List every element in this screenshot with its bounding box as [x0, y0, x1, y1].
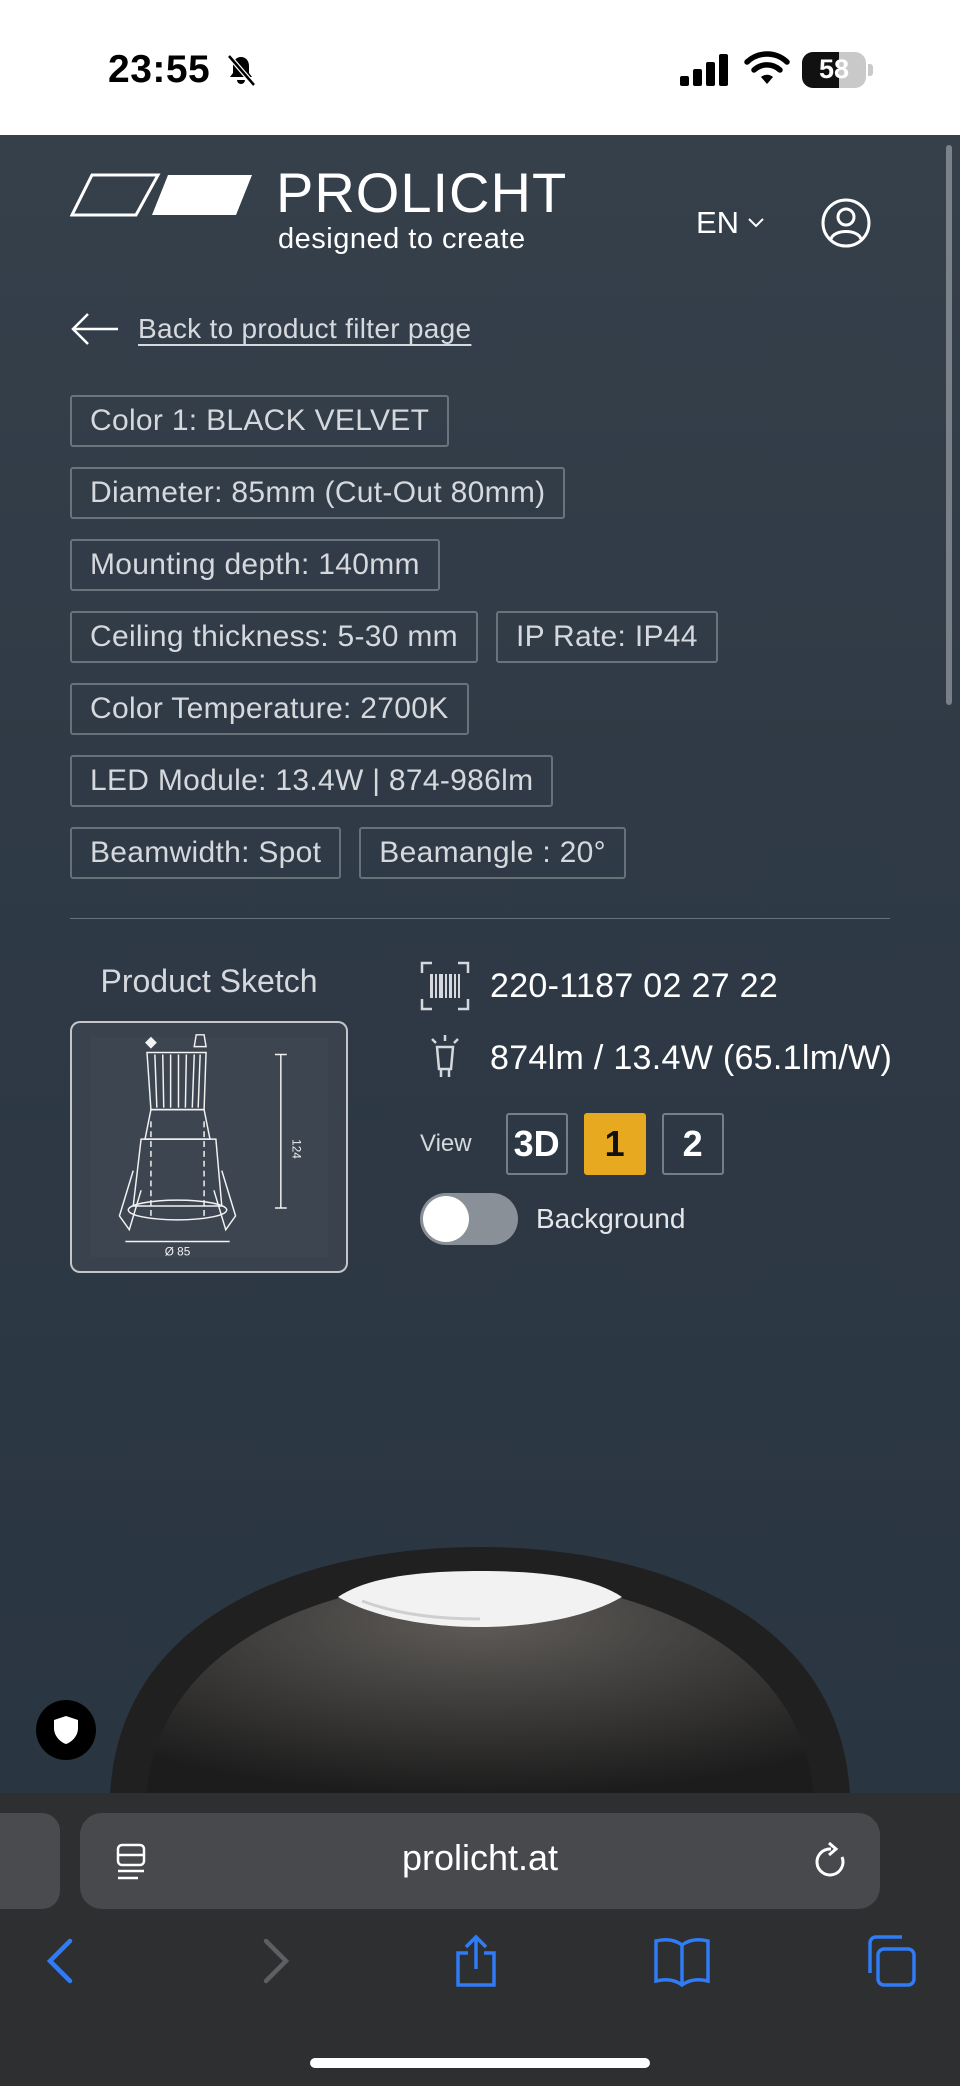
product-sketch-drawing: 124 Ø 85 [89, 1034, 329, 1258]
back-link-text: Back to product filter page [138, 313, 472, 344]
view-3d-button[interactable]: 3D [505, 1113, 568, 1175]
home-indicator[interactable] [310, 2058, 650, 2068]
url-text: prolicht.at [401, 1837, 559, 1878]
article-number-row: 220-1187 02 27 22 [420, 961, 778, 1011]
section-divider [70, 918, 890, 919]
browser-chrome: prolicht.at [0, 1793, 960, 2086]
spec-row: Beamwidth: Spot Beamangle : 20° [70, 827, 910, 879]
previous-tab-preview[interactable] [0, 1813, 60, 1909]
bell-muted-icon [227, 54, 256, 87]
back-arrow-icon[interactable] [34, 1933, 90, 1989]
share-icon[interactable] [448, 1933, 504, 1989]
background-label: Background [536, 1203, 686, 1234]
product-image [110, 1547, 850, 1793]
user-account-icon[interactable] [820, 197, 872, 249]
spec-tag-beamwidth: Beamwidth: Spot [70, 827, 342, 879]
bookmarks-icon[interactable] [654, 1933, 710, 1989]
brand-name: PROLICHT [276, 161, 568, 224]
forward-arrow-icon[interactable] [246, 1933, 302, 1989]
switch-knob [423, 1196, 469, 1242]
language-label: EN [696, 205, 740, 240]
language-selector[interactable]: EN [696, 205, 765, 241]
cellular-signal-icon [680, 54, 728, 86]
spec-row: Ceiling thickness: 5-30 mm IP Rate: IP44 [70, 611, 910, 663]
web-page[interactable]: PROLICHT designed to create EN Back to p… [0, 135, 960, 1793]
lightbulb-icon [431, 1035, 459, 1077]
status-time: 23:55 [108, 48, 211, 91]
spec-row: Color Temperature: 2700K [70, 683, 910, 735]
view-label: View [420, 1130, 472, 1157]
status-bar: 23:55 58 [0, 0, 960, 135]
shield-icon [54, 1716, 78, 1744]
view-2-button[interactable]: 2 [661, 1113, 724, 1175]
spec-tag-color: Color 1: BLACK VELVET [70, 395, 450, 447]
wifi-icon [744, 51, 790, 84]
spec-tag-led-module: LED Module: 13.4W | 874-986lm [70, 755, 554, 807]
tabs-icon[interactable] [862, 1933, 918, 1989]
spec-tag-diameter: Diameter: 85mm (Cut-Out 80mm) [70, 467, 566, 519]
browser-toolbar [0, 1933, 960, 2013]
spec-tag-ceiling-thickness: Ceiling thickness: 5-30 mm [70, 611, 478, 663]
sketch-diameter-label: Ø 85 [165, 1244, 191, 1258]
arrow-left-icon [71, 313, 118, 345]
spec-row: Mounting depth: 140mm [70, 539, 910, 591]
spec-tag-color-temperature: Color Temperature: 2700K [70, 683, 469, 735]
prolicht-logo-mark[interactable] [70, 173, 254, 217]
sketch-title: Product Sketch [100, 963, 318, 999]
privacy-shield-button[interactable] [36, 1700, 96, 1760]
view-selector: View 3D 1 2 [420, 1113, 740, 1175]
background-switch[interactable] [420, 1193, 518, 1245]
article-number: 220-1187 02 27 22 [490, 966, 779, 1005]
back-to-filter-link[interactable]: Back to product filter page [70, 311, 471, 347]
efficiency-row: 874lm / 13.4W (65.1lm/W) [420, 1033, 892, 1083]
background-toggle[interactable]: Background [420, 1193, 685, 1245]
battery-icon: 58 [802, 52, 873, 88]
spec-row: Color 1: BLACK VELVET [70, 395, 910, 447]
spec-row: LED Module: 13.4W | 874-986lm [70, 755, 910, 807]
spec-tag-mounting-depth: Mounting depth: 140mm [70, 539, 440, 591]
chevron-down-icon [748, 218, 764, 228]
battery-level: 58 [818, 54, 850, 84]
spec-row: Diameter: 85mm (Cut-Out 80mm) [70, 467, 910, 519]
spec-tag-beamangle: Beamangle : 20° [359, 827, 626, 879]
scrollbar[interactable] [946, 145, 952, 705]
product-sketch[interactable]: 124 Ø 85 [70, 1021, 348, 1273]
address-bar[interactable]: prolicht.at [80, 1813, 880, 1909]
view-1-button[interactable]: 1 [583, 1113, 646, 1175]
barcode-icon [420, 961, 470, 1011]
luminous-efficiency: 874lm / 13.4W (65.1lm/W) [490, 1038, 893, 1077]
brand-tagline: designed to create [278, 223, 526, 255]
spec-tags: Color 1: BLACK VELVET Diameter: 85mm (Cu… [70, 395, 910, 899]
spec-tag-ip-rate: IP Rate: IP44 [495, 611, 718, 663]
sketch-height-label: 124 [290, 1139, 304, 1159]
reload-icon[interactable] [812, 1841, 850, 1881]
